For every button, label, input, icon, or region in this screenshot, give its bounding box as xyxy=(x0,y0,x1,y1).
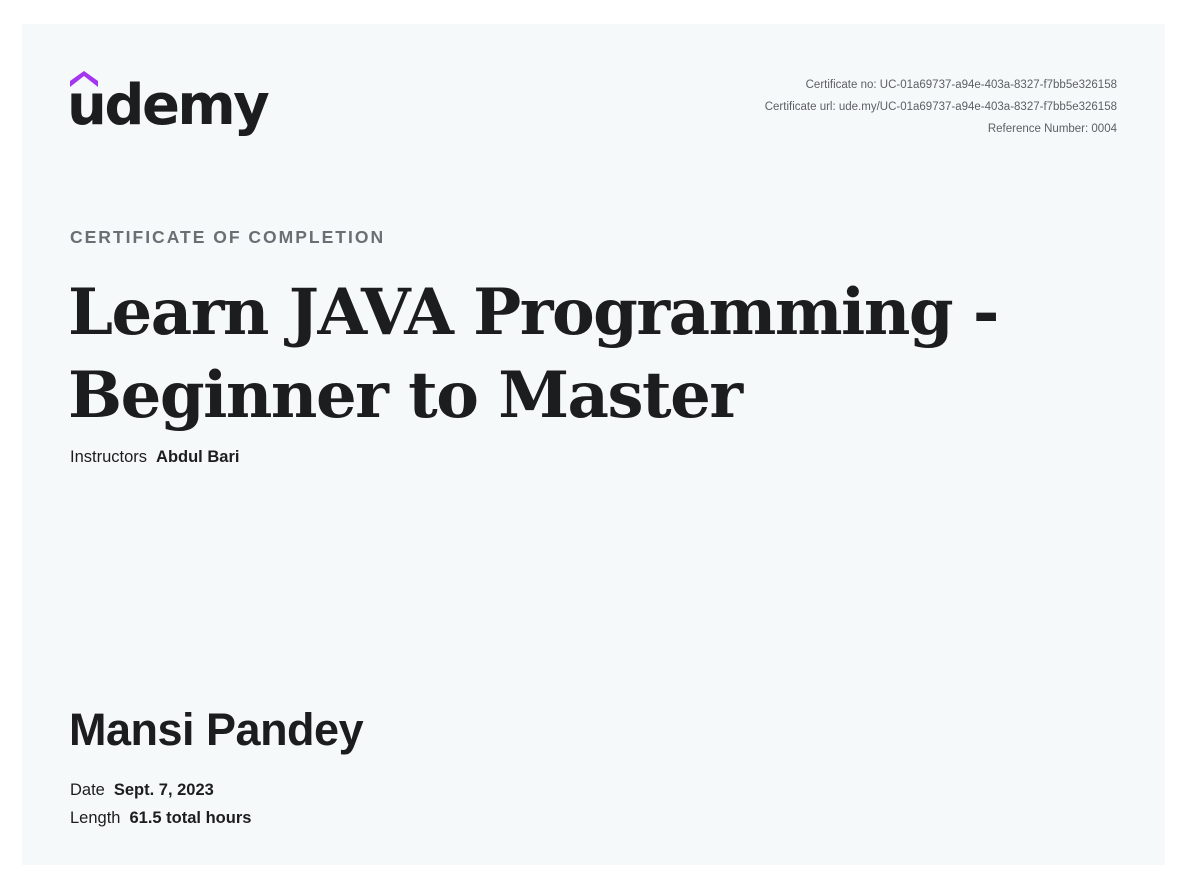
certificate-number: Certificate no: UC-01a69737-a94e-403a-83… xyxy=(805,79,1117,91)
udemy-logo: udemy xyxy=(67,68,270,148)
logo-wordmark: udemy xyxy=(67,73,270,138)
course-title: Learn JAVA Programming - Beginner to Mas… xyxy=(68,275,999,433)
instructor-name: Abdul Bari xyxy=(156,448,240,466)
instructors-line: Instructors Abdul Bari xyxy=(70,448,239,467)
length-label: Length xyxy=(70,809,121,827)
student-name: Mansi Pandey xyxy=(69,704,364,755)
length-value: 61.5 total hours xyxy=(129,809,252,827)
certificate-meta: Certificate no: UC-01a69737-a94e-403a-83… xyxy=(765,74,1117,140)
date-row: Date Sept. 7, 2023 xyxy=(70,781,214,800)
instructors-label: Instructors xyxy=(70,448,148,466)
certificate-url[interactable]: Certificate url: ude.my/UC-01a69737-a94e… xyxy=(765,96,1117,118)
length-row: Length 61.5 total hours xyxy=(70,809,251,828)
reference-number: Reference Number: 0004 xyxy=(987,123,1117,135)
certificate-label: CERTIFICATE OF COMPLETION xyxy=(70,227,386,247)
certificate-card: udemy Certificate no: UC-01a69737-a94e-4… xyxy=(22,24,1165,865)
date-label: Date xyxy=(70,781,105,799)
date-value: Sept. 7, 2023 xyxy=(113,781,214,799)
